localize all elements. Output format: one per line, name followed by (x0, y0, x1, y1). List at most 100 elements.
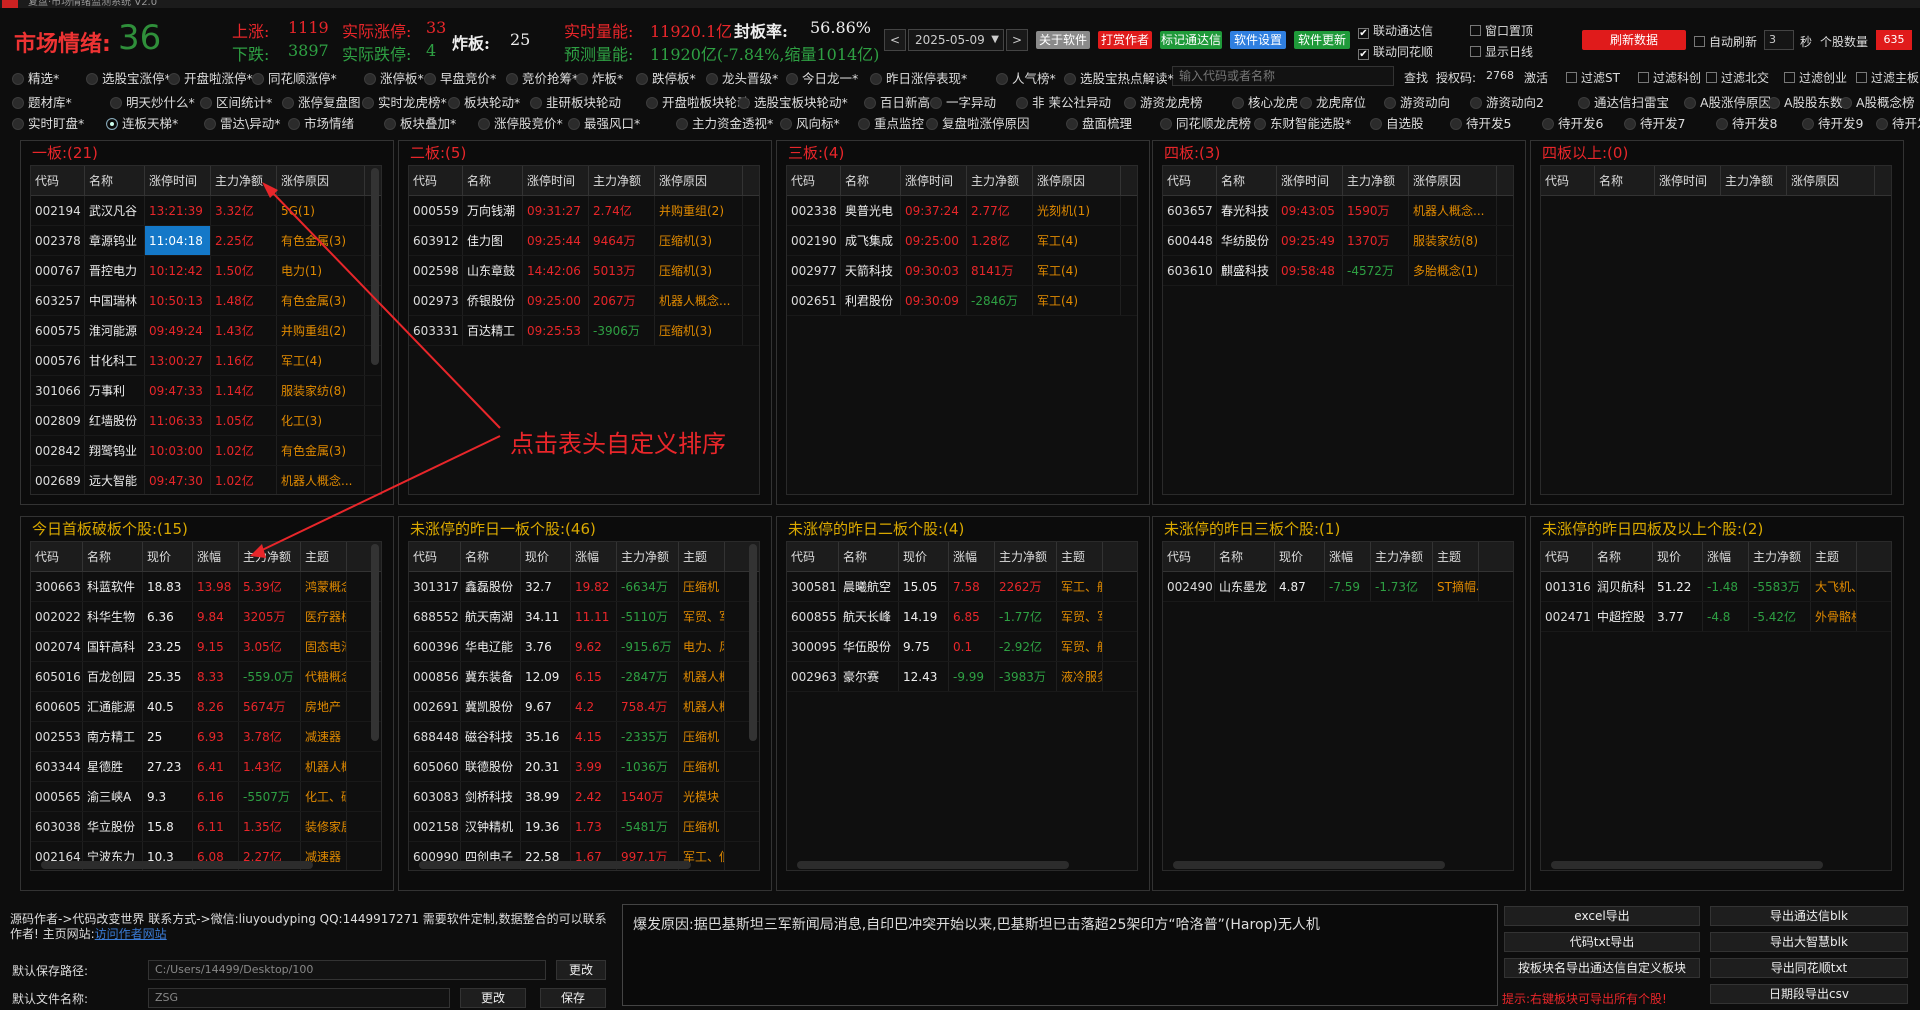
row1-option[interactable]: 昨日涨停表现* (870, 68, 967, 87)
row2-option[interactable]: 游资动向2 (1470, 92, 1544, 111)
table-row[interactable]: 688552航天南湖34.1111.11-5110万军贸、军 (409, 602, 759, 632)
column-header[interactable]: 涨停时间 (1277, 166, 1343, 195)
show-kline-toggle[interactable]: 显示日线 (1470, 43, 1533, 60)
column-header[interactable]: 主力净额 (239, 542, 301, 571)
filter-toggle[interactable]: 过滤主板 (1856, 69, 1919, 86)
table-row[interactable]: 688448 磁谷科技 35.16 4.15 -2335万 压缩机 (409, 722, 759, 752)
data-grid[interactable]: 代码 名称 现价 涨幅 主力净额 主题 300581 晨曦航空 15.05 7.58 2262万 军工… (786, 541, 1138, 871)
export-button[interactable]: 导出同花顺txt (1710, 958, 1908, 978)
column-header[interactable]: 涨停时间 (901, 166, 967, 195)
author-website-link[interactable]: 访问作者网站 (95, 927, 167, 941)
row2-option[interactable]: 明天炒什么* (110, 92, 195, 111)
file-name-field[interactable]: ZSG (148, 988, 450, 1008)
search-input[interactable]: 输入代码或者名称 (1172, 66, 1394, 86)
column-header[interactable]: 代码 (1163, 166, 1217, 195)
table-row[interactable]: 600448 华纺股份 09:25:49 1370万 服装家纺(8) (1163, 226, 1513, 256)
column-header[interactable]: 代码 (31, 542, 83, 571)
window-top-toggle[interactable]: 窗口置顶 (1470, 22, 1533, 39)
column-header[interactable]: 名称 (1217, 166, 1277, 195)
row3-option[interactable]: 待开发8 (1716, 113, 1777, 132)
row2-option[interactable]: 区间统计* (200, 92, 272, 111)
column-header[interactable]: 主力净额 (995, 542, 1057, 571)
activate-button[interactable]: 激活 (1524, 69, 1548, 86)
row2-option[interactable]: 游资龙虎榜 (1124, 92, 1203, 111)
mark-tdx-button[interactable]: 标记通达信 (1160, 31, 1222, 49)
column-header[interactable]: 涨停时间 (145, 166, 211, 195)
column-header[interactable]: 代码 (1541, 542, 1593, 571)
table-row[interactable]: 603257 中国瑞林 10:50:13 1.48亿 有色金属(3) (31, 286, 381, 316)
column-header[interactable]: 代码 (409, 166, 463, 195)
row2-option[interactable]: 选股宝板块轮动* (738, 92, 848, 111)
change-name-button[interactable]: 更改 (460, 988, 526, 1008)
save-button[interactable]: 保存 (540, 988, 606, 1008)
row3-option[interactable]: 重点监控 (858, 113, 924, 132)
column-header[interactable]: 涨停原因 (1409, 166, 1497, 195)
row3-option[interactable]: 盘面梳理 (1066, 113, 1132, 132)
row2-option[interactable]: 板块轮动* (448, 92, 520, 111)
row1-option[interactable]: 龙头晋级* (706, 68, 778, 87)
column-header[interactable]: 涨停原因 (1033, 166, 1121, 195)
data-grid[interactable]: 代码 名称 现价 涨幅 主力净额 主题 001316 润贝航科 51.22 -1.48 -5583万… (1540, 541, 1892, 871)
row2-option[interactable]: 一字异动 (930, 92, 996, 111)
column-header[interactable]: 代码 (31, 166, 85, 195)
search-button[interactable]: 查找 (1404, 69, 1428, 86)
table-row[interactable]: 002553 南方精工 25 6.93 3.78亿 减速器 (31, 722, 381, 752)
table-row[interactable]: 000576 甘化科工 13:00:27 1.16亿 军工(4) (31, 346, 381, 376)
table-row[interactable]: 002977 天箭科技 09:30:03 8141万 军工(4) (787, 256, 1137, 286)
table-row[interactable]: 002490山东墨龙4.87-7.59-1.73亿ST摘帽、石 (1163, 572, 1513, 602)
row3-option[interactable]: 待开发5 (1450, 113, 1511, 132)
column-header[interactable]: 代码 (1163, 542, 1215, 571)
data-grid[interactable]: 代码 名称 现价 涨幅 主力净额 主题 002490 山东墨龙 4.87 -7.59 -1.73亿 S… (1162, 541, 1514, 871)
row3-option[interactable]: 最强风口* (568, 113, 640, 132)
column-header[interactable]: 主力净额 (1749, 542, 1811, 571)
horizontal-scrollbar[interactable] (1551, 861, 1823, 869)
table-row[interactable]: 002809 红墙股份 11:06:33 1.05亿 化工(3) (31, 406, 381, 436)
column-header[interactable]: 名称 (839, 542, 899, 571)
column-header[interactable]: 涨幅 (1703, 542, 1749, 571)
horizontal-scrollbar[interactable] (1173, 861, 1445, 869)
data-grid[interactable]: 代码 名称 涨停时间 主力净额 涨停原因 603657 春光科技 09:43:05 1590万机… (1162, 165, 1514, 495)
row1-option[interactable]: 竞价抢筹* (506, 68, 578, 87)
date-picker[interactable]: 2025-05-09 ▼ (908, 29, 1004, 51)
row1-option[interactable]: 开盘啦涨停* (168, 68, 253, 87)
row1-option[interactable]: 同花顺涨停* (252, 68, 337, 87)
table-row[interactable]: 001316润贝航科51.22-1.48-5583万大飞机、石 (1541, 572, 1891, 602)
column-header[interactable]: 涨幅 (193, 542, 239, 571)
table-row[interactable]: 002158 汉钟精机 19.36 1.73 -5481万 压缩机 (409, 812, 759, 842)
row2-option[interactable]: 涨停复盘图 (282, 92, 361, 111)
column-header[interactable]: 涨停时间 (523, 166, 589, 195)
row3-option[interactable]: 东财智能选股* (1254, 113, 1351, 132)
row3-option[interactable]: 板块叠加* (384, 113, 456, 132)
refresh-button[interactable]: 刷新数据 (1582, 30, 1686, 50)
column-header[interactable]: 名称 (463, 166, 523, 195)
row3-option[interactable]: 主力资金透视* (676, 113, 773, 132)
table-row[interactable]: 603331 百达精工 09:25:53 -3906万 压缩机(3) (409, 316, 759, 346)
row3-option[interactable]: 同花顺龙虎榜 (1160, 113, 1251, 132)
about-button[interactable]: 关于软件 (1036, 31, 1090, 49)
column-header[interactable]: 主力净额 (967, 166, 1033, 195)
column-header[interactable]: 主力净额 (211, 166, 277, 195)
table-row[interactable]: 603912 佳力图 09:25:44 9464万 压缩机(3) (409, 226, 759, 256)
horizontal-scrollbar[interactable] (419, 861, 691, 869)
column-header[interactable]: 现价 (1653, 542, 1703, 571)
data-grid[interactable]: 代码 名称 现价 涨幅 主力净额 主题 301317 鑫磊股份 32.7 19.82 -6634万压… (408, 541, 760, 871)
row1-option[interactable]: 涨停板* (364, 68, 424, 87)
filter-toggle[interactable]: 过滤创业 (1784, 69, 1847, 86)
next-date-button[interactable]: > (1006, 29, 1028, 51)
table-row[interactable]: 603610 麒盛科技 09:58:48 -4572万 多胎概念(1) (1163, 256, 1513, 286)
row3-option[interactable]: 涨停股竞价* (478, 113, 563, 132)
data-grid[interactable]: 代码 名称 涨停时间 主力净额 涨停原因 002338 奥普光电 09:37:24 2.77亿光… (786, 165, 1138, 495)
row1-option[interactable]: 人气榜* (996, 68, 1056, 87)
horizontal-scrollbar[interactable] (41, 861, 313, 869)
row3-option[interactable]: 待开发7 (1624, 113, 1685, 132)
table-row[interactable]: 002598 山东章鼓 14:42:06 5013万 压缩机(3) (409, 256, 759, 286)
export-button[interactable]: 导出大智慧blk (1710, 932, 1908, 952)
filter-toggle[interactable]: 过滤ST (1566, 69, 1620, 86)
row3-option[interactable]: 复盘啦涨停原因 (926, 113, 1030, 132)
column-header[interactable]: 代码 (1541, 166, 1595, 195)
table-row[interactable]: 300095华伍股份9.750.1-2.92亿军贸、航飞 (787, 632, 1137, 662)
column-header[interactable]: 涨停原因 (1787, 166, 1875, 195)
column-header[interactable]: 现价 (521, 542, 571, 571)
row3-option[interactable]: 待开发9 (1802, 113, 1863, 132)
table-row[interactable]: 002691冀凯股份9.674.2758.4万机器人概 (409, 692, 759, 722)
